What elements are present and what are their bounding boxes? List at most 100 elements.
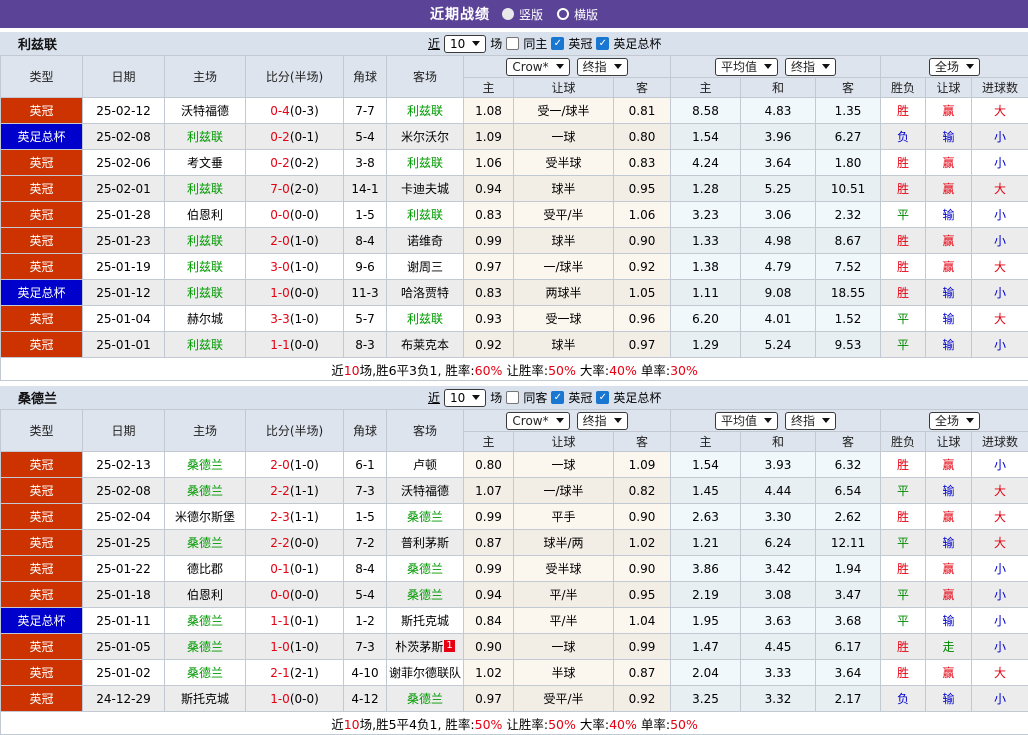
avg-provider-select[interactable]: 平均值 [715,58,778,76]
radio-unselected-icon [557,8,569,20]
sub-col-avg-draw: 和 [741,432,816,452]
home-team: 桑德兰 [165,452,246,478]
fa-cup-label: 英足总杯 [613,35,661,52]
match-score: 1-0(0-0) [246,686,344,712]
match-row: 英冠25-02-01利兹联7-0(2-0)14-1卡迪夫城0.94球半0.951… [1,176,1028,202]
avg-final-select[interactable]: 终指 [785,412,836,430]
match-date: 25-02-08 [83,124,165,150]
recent-count-select[interactable]: 10 [444,389,486,407]
col-home: 主场 [165,410,246,452]
avg-home-odds: 3.86 [671,556,741,582]
result-asian: 输 [926,608,972,634]
crow-home-odds: 1.09 [464,124,514,150]
match-date: 25-02-08 [83,478,165,504]
result-wdl: 平 [881,202,926,228]
sub-col-avg-away: 客 [816,78,881,98]
avg-draw-odds: 3.33 [741,660,816,686]
result-wdl: 胜 [881,634,926,660]
crow-home-odds: 0.92 [464,332,514,358]
layout-horizontal-label: 横版 [574,6,598,23]
fa-cup-checkbox[interactable] [596,391,609,404]
crow-home-odds: 0.83 [464,280,514,306]
crow-final-select[interactable]: 终指 [577,412,628,430]
home-team: 米德尔斯堡 [165,504,246,530]
match-type-badge: 英冠 [1,556,83,582]
result-wdl: 胜 [881,660,926,686]
chevron-down-icon [472,41,480,46]
summary-stat-label: 单率: [637,363,670,378]
crow-home-odds: 0.97 [464,254,514,280]
away-team: 桑德兰 [387,686,464,712]
match-row: 英足总杯25-01-11桑德兰1-1(0-1)1-2斯托克城0.84平/半1.0… [1,608,1028,634]
result-goals: 大 [972,306,1028,332]
same-venue-checkbox[interactable] [506,37,519,50]
result-asian: 走 [926,634,972,660]
match-row: 英冠25-01-04赫尔城3-3(1-0)5-7利兹联0.93受一球0.966.… [1,306,1028,332]
crow-final-select[interactable]: 终指 [577,58,628,76]
col-type: 类型 [1,56,83,98]
crow-provider-select[interactable]: Crow* [506,412,569,430]
result-asian: 赢 [926,504,972,530]
home-team: 德比郡 [165,556,246,582]
avg-home-odds: 2.19 [671,582,741,608]
match-date: 25-01-28 [83,202,165,228]
chevron-down-icon [614,418,622,423]
col-type: 类型 [1,410,83,452]
match-type-badge: 英冠 [1,176,83,202]
same-venue-checkbox[interactable] [506,391,519,404]
result-wdl: 负 [881,686,926,712]
result-asian: 输 [926,202,972,228]
avg-away-odds: 6.27 [816,124,881,150]
same-venue-label: 同客 [523,389,547,406]
result-goals: 小 [972,202,1028,228]
league-championship-label: 英冠 [568,389,592,406]
same-venue-label: 同主 [523,35,547,52]
avg-draw-odds: 3.93 [741,452,816,478]
corners: 6-1 [344,452,387,478]
match-date: 25-01-18 [83,582,165,608]
filter-controls: 近 10 场 同客 英冠 英足总杯 [428,389,661,407]
league-championship-checkbox[interactable] [551,37,564,50]
col-home: 主场 [165,56,246,98]
result-wdl: 平 [881,306,926,332]
scope-select[interactable]: 全场 [929,58,980,76]
match-date: 25-01-25 [83,530,165,556]
match-score: 0-0(0-0) [246,582,344,608]
result-asian: 输 [926,332,972,358]
corners: 7-7 [344,98,387,124]
avg-draw-odds: 6.24 [741,530,816,556]
summary-stat-label: 近 [331,717,344,732]
match-row: 英冠25-02-12沃特福德0-4(0-3)7-7利兹联1.08受一/球半0.8… [1,98,1028,124]
near-link[interactable]: 近 [428,35,440,52]
away-team: 沃特福德 [387,478,464,504]
match-type-badge: 英冠 [1,582,83,608]
result-wdl: 平 [881,530,926,556]
record-summary: 近10场,胜6平3负1, 胜率:60% 让胜率:50% 大率:40% 单率:30… [1,358,1028,381]
match-score: 2-1(2-1) [246,660,344,686]
avg-draw-odds: 4.01 [741,306,816,332]
near-link[interactable]: 近 [428,389,440,406]
match-date: 25-01-01 [83,332,165,358]
scope-select[interactable]: 全场 [929,412,980,430]
page-title: 近期战绩 [430,4,490,24]
avg-final-select[interactable]: 终指 [785,58,836,76]
home-team: 桑德兰 [165,530,246,556]
home-team: 利兹联 [165,332,246,358]
layout-vertical-radio[interactable]: 竖版 [502,6,543,23]
recent-count-select[interactable]: 10 [444,35,486,53]
layout-horizontal-radio[interactable]: 横版 [557,6,598,23]
col-date: 日期 [83,56,165,98]
result-goals: 大 [972,254,1028,280]
avg-provider-select[interactable]: 平均值 [715,412,778,430]
crow-provider-select[interactable]: Crow* [506,58,569,76]
home-team: 利兹联 [165,176,246,202]
match-score: 2-2(0-0) [246,530,344,556]
league-championship-checkbox[interactable] [551,391,564,404]
match-date: 25-02-12 [83,98,165,124]
crow-away-odds: 1.02 [614,530,671,556]
sub-col-avg-home: 主 [671,432,741,452]
fa-cup-checkbox[interactable] [596,37,609,50]
crow-away-odds: 1.06 [614,202,671,228]
top-bar: 近期战绩 竖版 横版 [0,0,1028,28]
corners: 5-7 [344,306,387,332]
